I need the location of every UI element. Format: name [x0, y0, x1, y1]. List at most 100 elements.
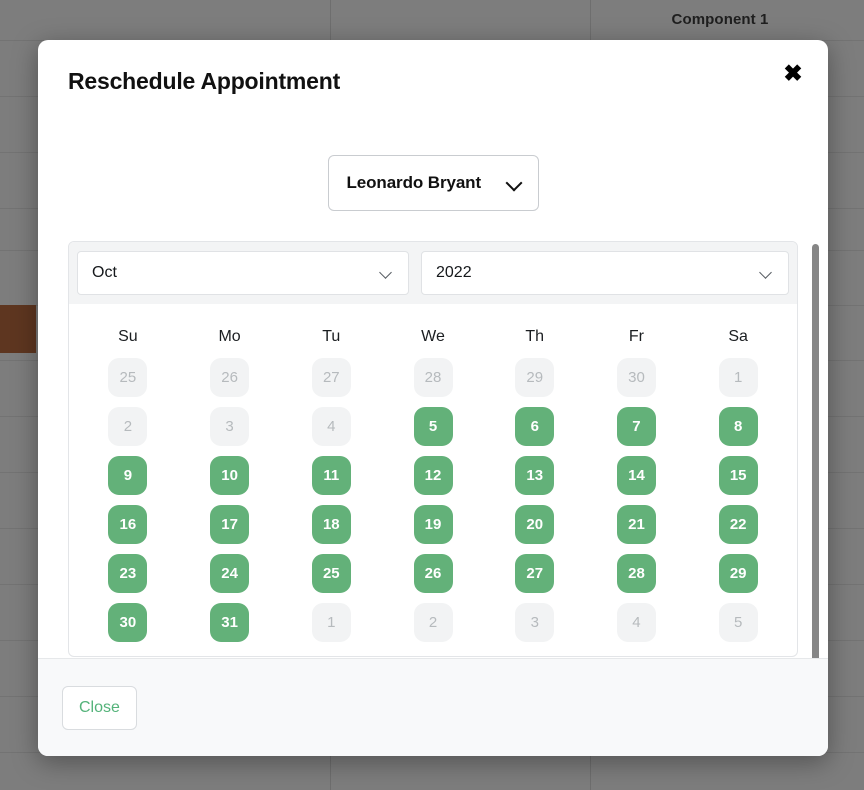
chevron-down-icon: [378, 265, 394, 281]
weekday-label: Su: [118, 328, 138, 345]
month-select[interactable]: Oct: [77, 251, 409, 295]
date-picker-grid: Su Mo Tu We Th Fr Sa 25 26 27 28 29 30 1 2 3 4 5 6 7 8 9 10 11…: [69, 304, 797, 656]
page-title: Reschedule Appointment: [68, 68, 341, 94]
day-available[interactable]: 17: [210, 505, 250, 544]
dialog-header: Reschedule Appointment ✖: [38, 40, 828, 112]
close-icon[interactable]: ✖: [778, 58, 808, 88]
day-disabled: 27: [311, 358, 351, 397]
chevron-down-icon: [758, 265, 774, 281]
day-row: 16 17 18 19 20 21 22: [77, 505, 789, 544]
day-disabled: 2: [108, 407, 148, 446]
reschedule-appointment-dialog: Reschedule Appointment ✖ Leonardo Bryant…: [38, 40, 828, 756]
day-cell: 13: [484, 456, 586, 495]
day-cell: 2: [382, 603, 484, 642]
close-button[interactable]: Close: [62, 685, 137, 730]
weekday-label: Tu: [322, 328, 341, 345]
day-available[interactable]: 31: [210, 603, 250, 642]
day-disabled: 29: [515, 358, 555, 397]
day-cell: 21: [586, 505, 688, 544]
weekday-label: We: [421, 328, 445, 345]
day-cell: 22: [687, 505, 789, 544]
day-cell: 20: [484, 505, 586, 544]
day-cell: 28: [382, 358, 484, 397]
day-disabled: 28: [413, 358, 453, 397]
day-cell: 27: [280, 358, 382, 397]
day-available[interactable]: 10: [210, 456, 250, 495]
weekday-label: Th: [525, 328, 545, 345]
day-available[interactable]: 23: [108, 554, 148, 593]
day-disabled: 1: [311, 603, 351, 642]
dialog-body: Leonardo Bryant Oct 2022 Su Mo Tu We Th Fr Sa …: [38, 112, 828, 658]
day-cell: 23: [77, 554, 179, 593]
day-available[interactable]: 26: [413, 554, 453, 593]
day-cell: 12: [382, 456, 484, 495]
day-cell: 8: [687, 407, 789, 446]
day-available[interactable]: 25: [311, 554, 351, 593]
day-cell: 27: [484, 554, 586, 593]
day-available[interactable]: 7: [616, 407, 656, 446]
day-cell: 2: [77, 407, 179, 446]
weekday-label: Mo: [218, 328, 241, 345]
day-row: 23 24 25 26 27 28 29: [77, 554, 789, 593]
day-cell: 31: [179, 603, 281, 642]
day-disabled: 26: [210, 358, 250, 397]
dialog-scrollbar-thumb[interactable]: [812, 244, 819, 658]
day-available[interactable]: 16: [108, 505, 148, 544]
date-picker-header: Oct 2022: [69, 242, 797, 304]
day-available[interactable]: 28: [616, 554, 656, 593]
day-available[interactable]: 8: [718, 407, 758, 446]
day-available[interactable]: 13: [515, 456, 555, 495]
day-available[interactable]: 20: [515, 505, 555, 544]
person-select-value: Leonardo Bryant: [346, 173, 482, 192]
day-available[interactable]: 11: [311, 456, 351, 495]
day-disabled: 1: [718, 358, 758, 397]
day-cell: 3: [179, 407, 281, 446]
day-row: 25 26 27 28 29 30 1: [77, 358, 789, 397]
day-available[interactable]: 15: [718, 456, 758, 495]
day-cell: 3: [484, 603, 586, 642]
year-select-value: 2022: [436, 264, 472, 281]
day-available[interactable]: 18: [311, 505, 351, 544]
day-available[interactable]: 9: [108, 456, 148, 495]
day-cell: 17: [179, 505, 281, 544]
day-cell: 28: [586, 554, 688, 593]
day-available[interactable]: 6: [515, 407, 555, 446]
day-available[interactable]: 29: [718, 554, 758, 593]
day-cell: 18: [280, 505, 382, 544]
day-cell: 1: [280, 603, 382, 642]
background-component-label: Component 1: [671, 11, 769, 28]
day-cell: 30: [77, 603, 179, 642]
person-select-container: Leonardo Bryant: [68, 112, 798, 211]
day-cell: 30: [586, 358, 688, 397]
person-select[interactable]: Leonardo Bryant: [327, 155, 539, 211]
day-cell: 4: [280, 407, 382, 446]
day-available[interactable]: 5: [413, 407, 453, 446]
day-cell: 16: [77, 505, 179, 544]
day-available[interactable]: 12: [413, 456, 453, 495]
day-cell: 29: [687, 554, 789, 593]
day-available[interactable]: 24: [210, 554, 250, 593]
weekday-header-row: Su Mo Tu We Th Fr Sa: [77, 316, 789, 358]
day-row: 9 10 11 12 13 14 15: [77, 456, 789, 495]
day-cell: 6: [484, 407, 586, 446]
day-available[interactable]: 19: [413, 505, 453, 544]
day-cell: 4: [586, 603, 688, 642]
day-available[interactable]: 27: [515, 554, 555, 593]
day-cell: 1: [687, 358, 789, 397]
day-available[interactable]: 30: [108, 603, 148, 642]
day-cell: 5: [687, 603, 789, 642]
weekday-label: Sa: [728, 328, 748, 345]
year-select[interactable]: 2022: [421, 251, 789, 295]
day-disabled: 2: [413, 603, 453, 642]
day-cell: 25: [77, 358, 179, 397]
day-disabled: 25: [108, 358, 148, 397]
day-cell: 14: [586, 456, 688, 495]
day-row: 30 31 1 2 3 4 5: [77, 603, 789, 642]
day-cell: 26: [179, 358, 281, 397]
day-cell: 24: [179, 554, 281, 593]
day-available[interactable]: 21: [616, 505, 656, 544]
day-available[interactable]: 22: [718, 505, 758, 544]
dialog-footer: Close: [38, 658, 828, 756]
day-available[interactable]: 14: [616, 456, 656, 495]
day-cell: 5: [382, 407, 484, 446]
